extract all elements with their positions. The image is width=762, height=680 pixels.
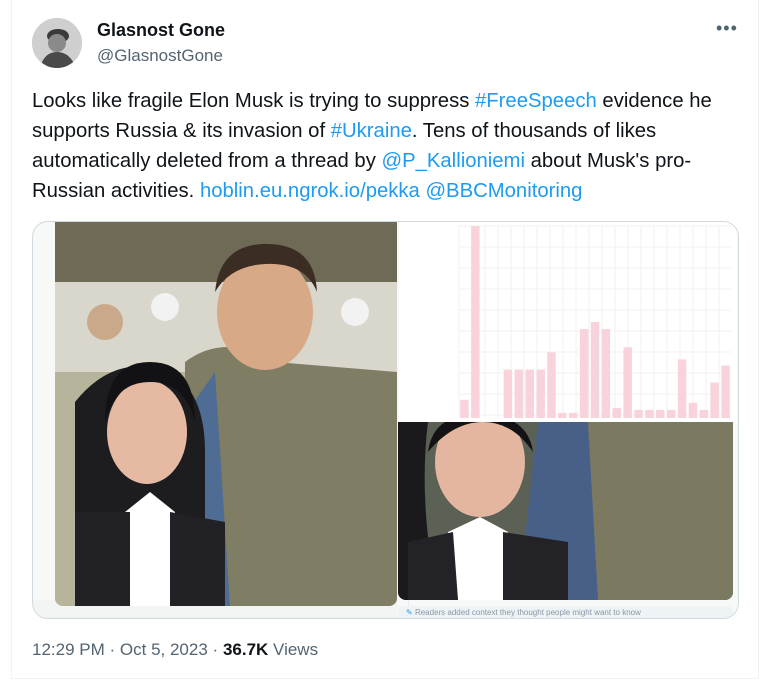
likes-chart[interactable] [399,222,737,422]
chart-bar [612,407,621,418]
author-name[interactable]: Glasnost Gone [97,20,225,41]
chart-bar [579,329,589,418]
tweet-text: Looks like fragile Elon Musk is trying t… [32,86,746,206]
views-label: Views [273,640,319,659]
author-handle[interactable]: @GlasnostGone [97,46,223,66]
tweet-link[interactable]: @BBCMonitoring [425,180,582,202]
cropped-selfie-image [398,422,733,600]
community-note-bar[interactable]: ✎ Readers added context they thought peo… [398,606,733,618]
chart-bar [601,329,611,418]
selfie-image [55,222,397,606]
chart-bar [721,365,730,418]
chart-bar [634,409,643,418]
chart-bar [623,347,632,418]
note-icon: ✎ [406,608,415,617]
tweet-link[interactable]: hoblin.eu.ngrok.io/pekka [200,180,420,202]
chart-bar [514,369,524,418]
meta-separator-2: · [212,640,219,659]
chart-bar [471,226,480,418]
tweet-link[interactable]: @P_Kallioniemi [381,150,524,172]
chart-bar [569,412,578,418]
chart-bar [656,409,665,418]
likes-chart-svg [458,225,731,418]
chart-bar [460,399,469,418]
chart-bar [547,352,556,418]
more-options-icon[interactable]: ••• [716,18,738,39]
tweet-time[interactable]: 12:29 PM [32,640,105,659]
views-count: 36.7K [222,640,269,659]
tweet-link[interactable]: #Ukraine [331,120,412,142]
avatar-photo [32,18,82,68]
tweet-meta: 12:29 PM · Oct 5, 2023 · 36.7K Views [32,640,318,660]
media-attachment[interactable]: ✎ Readers added context they thought peo… [32,221,739,619]
chart-bar [590,322,600,418]
tweet-link[interactable]: #FreeSpeech [475,90,597,112]
note-text: Readers added context they thought peopl… [414,608,641,617]
chart-bar [688,402,698,418]
chart-bar [710,382,719,418]
chart-bar [699,409,709,418]
chart-bar [525,369,534,418]
tweet-date[interactable]: Oct 5, 2023 [120,640,208,659]
author-avatar[interactable] [32,18,82,68]
selfie-photo[interactable] [55,222,397,606]
chart-bar [503,369,513,418]
chart-bar [677,359,687,418]
chart-bar [558,412,567,418]
chart-bar [645,409,654,418]
chart-bar [536,369,545,418]
tweet-text-segment: Looks like fragile Elon Musk is trying t… [32,90,475,112]
cropped-selfie-photo[interactable] [398,422,733,600]
chart-bar [666,409,676,418]
meta-separator: · [109,640,116,659]
